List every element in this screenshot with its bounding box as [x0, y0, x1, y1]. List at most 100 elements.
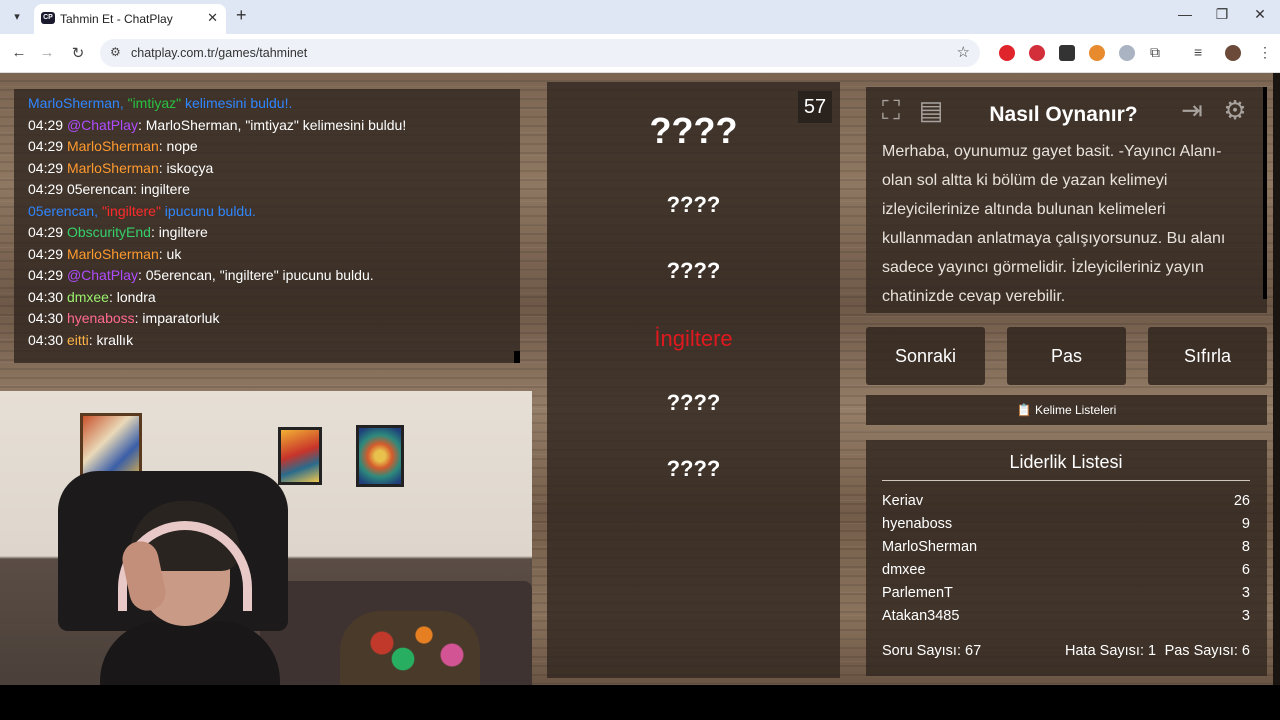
- profile-avatar[interactable]: [1225, 45, 1241, 61]
- highlight-word: "imtiyaz": [127, 95, 182, 111]
- chat-message: : krallık: [88, 331, 134, 348]
- username: 05erencan,: [28, 202, 102, 219]
- hint-word: ????: [666, 258, 721, 283]
- url-text[interactable]: chatplay.com.tr/games/tahminet: [131, 46, 307, 60]
- wall-painting: [278, 427, 322, 485]
- reset-button[interactable]: Sıfırla: [1148, 327, 1267, 385]
- webcam-feed: [0, 391, 532, 685]
- chat-message: : nope: [158, 138, 198, 154]
- chat-message: : ingiltere: [133, 181, 190, 197]
- chat-username: eitti: [66, 331, 89, 348]
- chat-line: 04:30 dmxee: londra: [28, 287, 406, 309]
- chat-line: 04:30 hyenaboss: imparatorluk: [28, 308, 406, 330]
- fullscreen-icon[interactable]: ⛶: [874, 93, 908, 127]
- chat-message: : 05erencan, "ingiltere" ipucunu buldu.: [137, 267, 374, 283]
- opera-extension-icon[interactable]: [999, 45, 1015, 61]
- exit-icon[interactable]: ⇥: [1175, 93, 1209, 127]
- chat-system-line: 05erencan, "ingiltere" ipucunu buldu.: [28, 201, 406, 223]
- bottom-bar: [0, 685, 1280, 720]
- back-icon[interactable]: ←: [10, 44, 28, 61]
- error-count: Hata Sayısı: 1: [1065, 643, 1157, 659]
- reload-icon[interactable]: ↻: [69, 44, 87, 62]
- leaderboard-row: dmxee 6: [882, 562, 1250, 585]
- chat-timestamp: 04:29: [28, 159, 64, 176]
- word-panel: 57 ???? ???? ???? İngiltere ???? ????: [547, 82, 840, 678]
- chat-line: 04:29 MarloSherman: iskoçya: [28, 158, 406, 180]
- chat-message: kelimesini buldu!.: [181, 95, 293, 111]
- chat-timestamp: 04:29: [28, 181, 64, 197]
- player-score: 8: [1241, 539, 1250, 555]
- extensions-puzzle-icon[interactable]: ⧉: [1150, 44, 1160, 61]
- chat-line: 04:29 MarloSherman: nope: [28, 136, 406, 158]
- chat-message: : imparatorluk: [134, 310, 220, 326]
- how-to-play-title: Nasıl Oynanır?: [989, 103, 1138, 126]
- chat-line: 04:29 @ChatPlay: MarloSherman, "imtiyaz"…: [28, 115, 406, 137]
- extension-icon[interactable]: [1029, 45, 1045, 61]
- page-scrollbar[interactable]: [1273, 73, 1280, 685]
- chat-message: : iskoçya: [158, 159, 214, 176]
- extension-icon[interactable]: [1089, 45, 1105, 61]
- leaderboard-row: Atakan3485 3: [882, 608, 1250, 631]
- leaderboard-panel: Liderlik Listesi Keriav 26 hyenaboss 9 Mar…: [866, 440, 1267, 676]
- player-name: ParlemenT: [882, 585, 953, 601]
- chat-timestamp: 04:29: [28, 224, 64, 240]
- word-lists-button[interactable]: 📋 Kelime Listeleri: [866, 395, 1267, 425]
- media-controls-icon[interactable]: ≡: [1194, 44, 1202, 60]
- shield-extension-icon[interactable]: [1119, 45, 1135, 61]
- document-icon[interactable]: ▤: [914, 93, 948, 127]
- leaderboard-row: ParlemenT 3: [882, 585, 1250, 608]
- player-name: Keriav: [882, 493, 924, 509]
- how-to-play-text: Merhaba, oyunumuz gayet basit. -Yayıncı …: [882, 143, 1226, 305]
- hint-word: ????: [666, 192, 721, 217]
- chat-scrollbar[interactable]: [514, 351, 520, 363]
- minimize-icon[interactable]: —: [1175, 6, 1195, 22]
- chat-system-line: MarloSherman, "imtiyaz" kelimesini buldu…: [28, 93, 406, 115]
- gear-icon[interactable]: ⚙: [1218, 93, 1252, 127]
- player-score: 3: [1241, 608, 1250, 624]
- next-button[interactable]: Sonraki: [866, 327, 985, 385]
- leaderboard-row: MarloSherman 8: [882, 539, 1250, 562]
- new-tab-icon[interactable]: +: [236, 5, 247, 26]
- chat-line: 04:29 05erencan: ingiltere: [28, 179, 406, 201]
- chat-panel: MarloSherman, "imtiyaz" kelimesini buldu…: [14, 89, 520, 363]
- chat-line: 04:29 @ChatPlay: 05erencan, "ingiltere" …: [28, 265, 406, 287]
- tab-search-icon[interactable]: ▾: [8, 8, 26, 26]
- player-score: 9: [1241, 516, 1250, 532]
- browser-tab-bar: ▾ CP Tahmin Et - ChatPlay ✕ + — ❐ ✕: [0, 0, 1280, 34]
- pass-button[interactable]: Pas: [1007, 327, 1126, 385]
- site-info-icon[interactable]: ⚙: [110, 45, 121, 59]
- chat-line: 04:29 ObscurityEnd: ingiltere: [28, 222, 406, 244]
- chat-timestamp: 04:29: [28, 267, 64, 283]
- player-name: MarloSherman: [882, 539, 978, 555]
- tab-title: Tahmin Et - ChatPlay: [60, 12, 173, 26]
- close-window-icon[interactable]: ✕: [1250, 6, 1270, 23]
- forward-icon[interactable]: →: [38, 44, 56, 61]
- tab-close-icon[interactable]: ✕: [207, 10, 218, 26]
- question-count: Soru Sayısı: 67: [882, 643, 982, 659]
- chat-username: dmxee: [66, 288, 109, 305]
- address-bar[interactable]: ⚙ chatplay.com.tr/games/tahminet ☆: [100, 39, 980, 67]
- chat-message: : uk: [158, 245, 182, 262]
- extension-icon[interactable]: [1059, 45, 1075, 61]
- chat-username: MarloSherman: [66, 245, 159, 262]
- chat-username: @ChatPlay: [66, 116, 138, 133]
- chat-line: 04:29 MarloSherman: uk: [28, 244, 406, 266]
- bookmark-star-icon[interactable]: ☆: [957, 43, 970, 61]
- username: MarloSherman,: [28, 95, 128, 111]
- chat-username: hyenaboss: [66, 310, 135, 326]
- chat-message: ipucunu buldu.: [160, 202, 256, 219]
- player-score: 26: [1233, 493, 1250, 509]
- streamer-body: [100, 621, 280, 685]
- menu-kebab-icon[interactable]: ⋮: [1258, 44, 1272, 61]
- maximize-icon[interactable]: ❐: [1212, 6, 1232, 23]
- chat-timestamp: 04:30: [28, 331, 64, 348]
- hint-word-found: İngiltere: [654, 326, 733, 351]
- chatplay-favicon: CP: [41, 12, 55, 24]
- chat-username: @ChatPlay: [66, 267, 138, 283]
- how-to-play-scrollbar[interactable]: [1263, 87, 1267, 299]
- browser-tab[interactable]: CP Tahmin Et - ChatPlay ✕: [34, 4, 226, 34]
- highlight-word: "ingiltere": [101, 202, 161, 219]
- chat-message: : londra: [108, 288, 156, 305]
- chat-line: 04:30 eitti: krallık: [28, 330, 406, 352]
- wall-painting: [356, 425, 404, 487]
